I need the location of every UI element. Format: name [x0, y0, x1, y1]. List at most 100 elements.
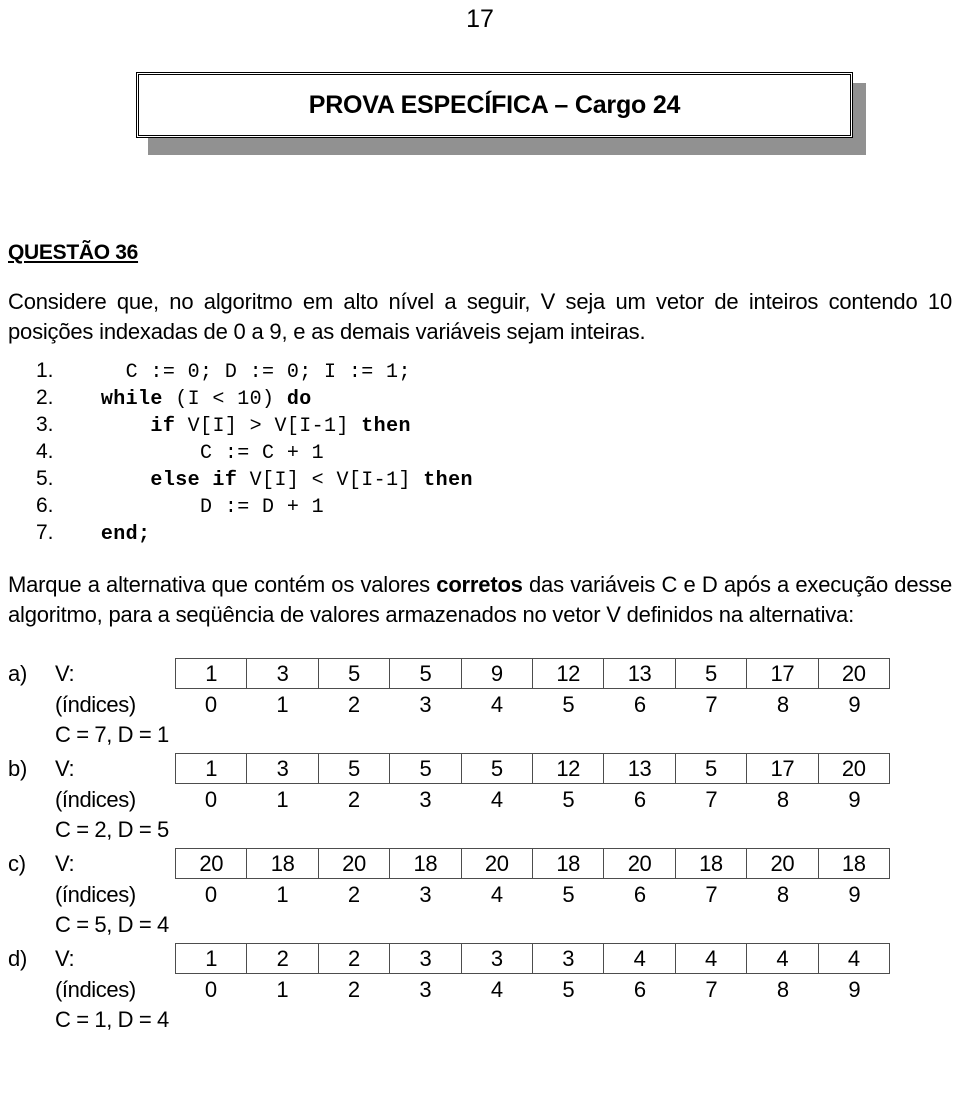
- vector-cell: 18: [531, 848, 605, 879]
- index-cell: 1: [276, 976, 289, 1002]
- vector-label: V:: [55, 661, 75, 686]
- code-keyword: else if: [150, 469, 238, 492]
- code-line-text: C := C + 1: [76, 442, 324, 465]
- code-span: V[I] < V[I-1]: [237, 469, 424, 492]
- index-cell: 4: [490, 976, 503, 1002]
- vector-cell: 5: [674, 658, 748, 689]
- index-label: (índices): [55, 692, 136, 717]
- prompt-emphasis: corretos: [436, 572, 523, 597]
- code-line: 7. end;: [8, 521, 952, 548]
- index-cell: 1: [276, 881, 289, 907]
- index-table: 0 1 2 3 4 5 6 7 8 9: [175, 880, 890, 909]
- alternative-vector-row: d) V: 1 2 2 3 3 3 4 4 4 4: [8, 943, 952, 974]
- vector-row: 20 18 20 18 20 18 20 18 20 18: [174, 848, 891, 879]
- vector-cell: 5: [674, 753, 748, 784]
- index-cell: 8: [776, 881, 789, 907]
- code-keyword: do: [286, 388, 312, 411]
- vector-cell: 1: [174, 753, 248, 784]
- index-table: 0 1 2 3 4 5 6 7 8 9: [175, 785, 890, 814]
- index-row: 0 1 2 3 4 5 6 7 8 9: [175, 975, 890, 1004]
- vector-cell: 5: [389, 658, 462, 689]
- code-span: V[I] > V[I-1]: [175, 415, 362, 438]
- alternative-option[interactable]: c) V: 20 18 20 18 20 18 20 18 20 18 (índices) 0 1 2 3 4 5 6…: [8, 848, 952, 940]
- code-line: 2. while (I < 10) do: [8, 386, 952, 413]
- question-statement: Considere que, no algoritmo em alto níve…: [8, 287, 952, 347]
- vector-cell: 18: [817, 848, 891, 879]
- vector-cell: 3: [460, 943, 533, 974]
- vector-row: 1 3 5 5 5 12 13 5 17 20: [174, 753, 891, 784]
- vector-cell: 3: [531, 943, 605, 974]
- index-cell: 0: [204, 976, 217, 1002]
- index-cell: 4: [490, 691, 503, 717]
- alternative-index-row: (índices) 0 1 2 3 4 5 6 7 8 9: [8, 879, 952, 910]
- code-line-text: while (I < 10) do: [76, 388, 312, 411]
- index-cell: 7: [705, 976, 718, 1002]
- vector-cell: 3: [246, 753, 319, 784]
- vector-cell: 13: [603, 658, 676, 689]
- code-keyword: end;: [100, 523, 151, 546]
- index-cell: 6: [633, 786, 646, 812]
- index-cell: 9: [848, 976, 861, 1002]
- code-keyword: while: [100, 388, 163, 411]
- index-cell: 4: [490, 786, 503, 812]
- vector-cell: 4: [817, 943, 891, 974]
- index-cell: 0: [204, 881, 217, 907]
- code-line-number: 1.: [36, 359, 54, 382]
- index-cell: 6: [633, 881, 646, 907]
- index-cell: 8: [776, 691, 789, 717]
- alternative-letter: b): [8, 756, 28, 781]
- statement-line-1: Considere que, no algoritmo em alto níve…: [8, 289, 819, 314]
- alternative-index-row: (índices) 0 1 2 3 4 5 6 7 8 9: [8, 689, 952, 720]
- index-cell: 2: [347, 881, 360, 907]
- alternative-letter: d): [8, 946, 28, 971]
- index-row: 0 1 2 3 4 5 6 7 8 9: [175, 690, 890, 719]
- index-row: 0 1 2 3 4 5 6 7 8 9: [175, 785, 890, 814]
- vector-cell: 4: [674, 943, 748, 974]
- code-line-text: else if V[I] < V[I-1] then: [76, 469, 473, 492]
- vector-cell: 12: [531, 753, 605, 784]
- vector-cell: 18: [389, 848, 462, 879]
- code-line-number: 4.: [36, 440, 54, 463]
- index-cell: 7: [705, 786, 718, 812]
- code-line-number: 3.: [36, 413, 54, 436]
- index-label: (índices): [55, 882, 136, 907]
- index-row: 0 1 2 3 4 5 6 7 8 9: [175, 880, 890, 909]
- vector-cell: 1: [174, 658, 248, 689]
- vector-cell: 1: [174, 943, 248, 974]
- code-keyword: if: [150, 415, 176, 438]
- vector-cell: 4: [746, 943, 819, 974]
- vector-cell: 17: [746, 658, 819, 689]
- code-line-number: 2.: [36, 386, 54, 409]
- code-line-text: C := 0; D := 0; I := 1;: [76, 361, 411, 384]
- exam-page: 17 PROVA ESPECÍFICA – Cargo 24 QUESTÃO 3…: [0, 0, 960, 1102]
- vector-table: 1223334444: [174, 943, 891, 974]
- vector-cell: 20: [603, 848, 676, 879]
- index-cell: 9: [848, 881, 861, 907]
- code-line-number: 5.: [36, 467, 54, 490]
- vector-label: V:: [55, 946, 75, 971]
- banner-box: PROVA ESPECÍFICA – Cargo 24: [136, 72, 853, 138]
- vector-cell: 5: [389, 753, 462, 784]
- index-cell: 3: [419, 786, 432, 812]
- alternative-option[interactable]: b) V: 1 3 5 5 5 12 13 5 17 20 (índices) 0 1 2 3 4 5 6 7 8 9 C =…: [8, 753, 952, 845]
- index-label: (índices): [55, 977, 136, 1002]
- index-cell: 5: [562, 976, 575, 1002]
- vector-cell: 5: [317, 658, 391, 689]
- code-span: D := D + 1: [200, 496, 325, 519]
- vector-cell: 12: [531, 658, 605, 689]
- alternative-letter: a): [8, 661, 28, 686]
- vector-cell: 2: [317, 943, 391, 974]
- vector-cell: 18: [674, 848, 748, 879]
- code-line: 5. else if V[I] < V[I-1] then: [8, 467, 952, 494]
- index-cell: 7: [705, 691, 718, 717]
- alternative-option[interactable]: a) V: 1 3 5 5 9 12 13 5 17 20 (índices) 0 1 2 3 4 5 6 7 8 9 C =…: [8, 658, 952, 750]
- alternative-vector-row: b) V: 1 3 5 5 5 12 13 5 17 20: [8, 753, 952, 784]
- banner-title: PROVA ESPECÍFICA – Cargo 24: [308, 90, 681, 119]
- alternative-option[interactable]: d) V: 1 2 2 3 3 3 4 4 4 4 (índices) 0 1 2 3 4 5 6 7 8 9 C = 1, …: [8, 943, 952, 1035]
- vector-cell: 3: [389, 943, 462, 974]
- index-table: 0 1 2 3 4 5 6 7 8 9: [175, 975, 890, 1004]
- prompt-text-before: Marque a alternativa que contém os valor…: [8, 572, 437, 597]
- alternative-answer: C = 2, D = 5: [55, 817, 169, 842]
- alternative-answer: C = 7, D = 1: [55, 722, 169, 747]
- code-span: C := 0; D := 0; I := 1;: [125, 361, 411, 384]
